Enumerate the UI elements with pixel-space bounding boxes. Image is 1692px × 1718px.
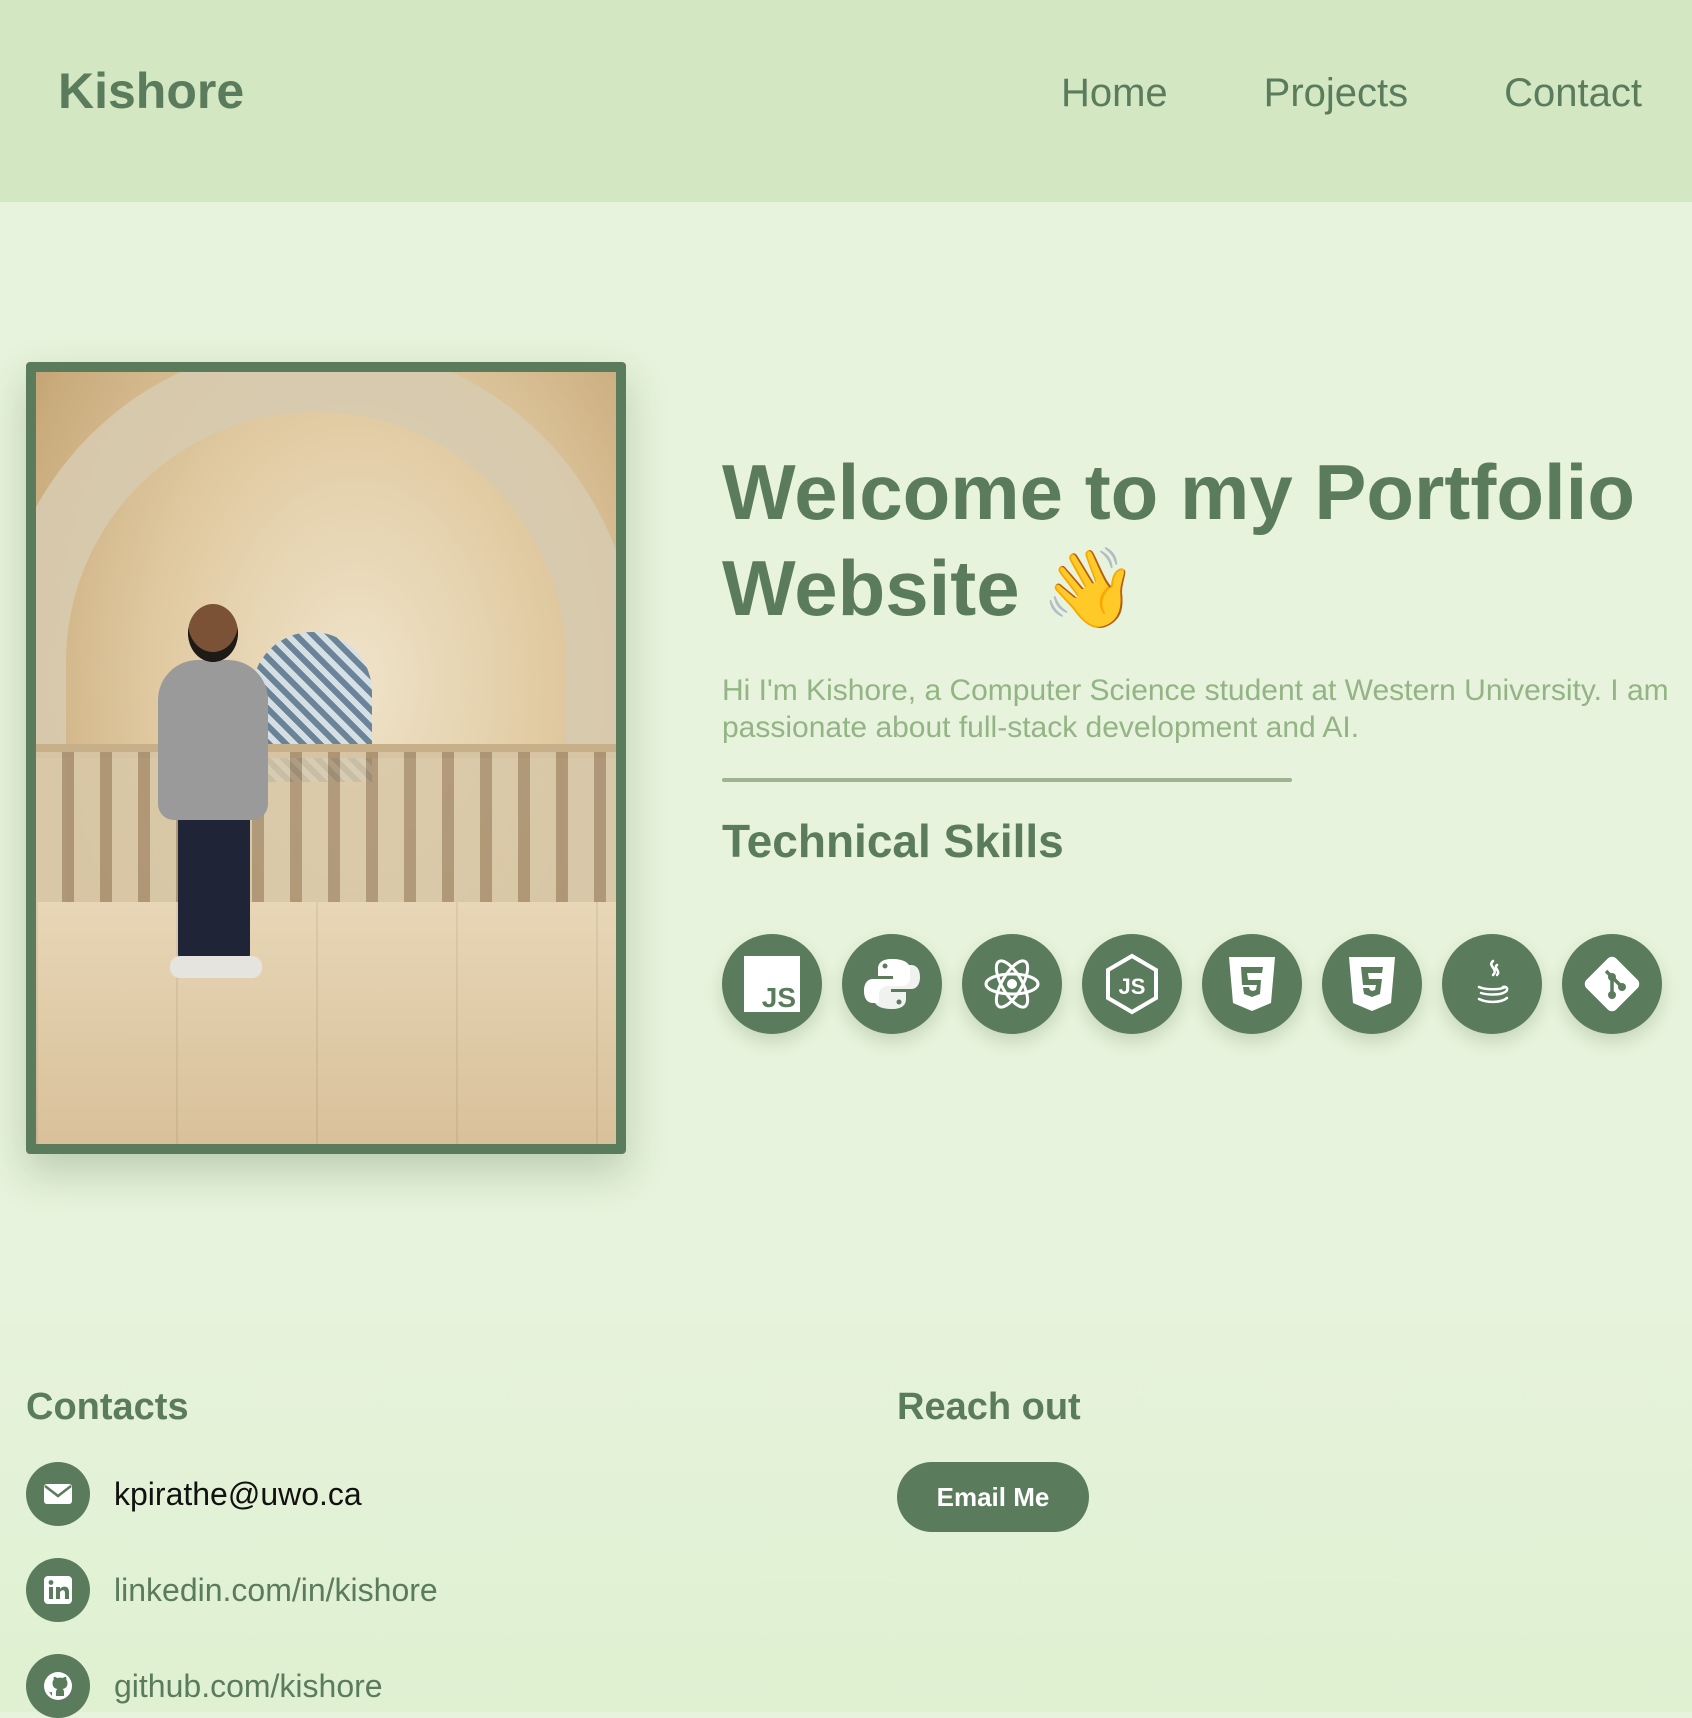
envelope-icon [26,1462,90,1526]
skills-title: Technical Skills [722,815,1064,867]
site-logo[interactable]: Kishore [58,62,244,120]
contact-linkedin[interactable]: linkedin.com/in/kishore [26,1558,438,1622]
contact-linkedin-link[interactable]: linkedin.com/in/kishore [114,1572,438,1609]
hero-title: Welcome to my Portfolio Website 👋 [722,448,1635,632]
profile-photo [26,362,626,1154]
linkedin-icon [26,1558,90,1622]
main-nav: Home Projects Contact [965,70,1642,116]
contact-github-link[interactable]: github.com/kishore [114,1668,383,1705]
nav-projects[interactable]: Projects [1264,70,1409,116]
github-icon [26,1654,90,1718]
nav-contact[interactable]: Contact [1504,70,1642,116]
nav-home[interactable]: Home [1061,70,1168,116]
react-icon [962,934,1062,1034]
contacts-title: Contacts [26,1386,189,1428]
nodejs-icon: JS [1082,934,1182,1034]
reach-out-title: Reach out [897,1386,1081,1428]
contact-email-link[interactable]: kpirathe@uwo.ca [114,1476,362,1513]
profile-photo-image [36,372,616,1144]
svg-text:JS: JS [762,982,796,1013]
python-icon [842,934,942,1034]
javascript-icon: JS [722,934,822,1034]
email-me-button[interactable]: Email Me [897,1462,1089,1532]
contact-github[interactable]: github.com/kishore [26,1654,383,1718]
java-icon [1442,934,1542,1034]
css3-icon [1322,934,1422,1034]
section-divider [722,778,1292,782]
html5-icon [1202,934,1302,1034]
svg-text:JS: JS [1119,974,1146,999]
hero-subtitle: Hi I'm Kishore, a Computer Science stude… [722,674,1669,744]
git-icon [1562,934,1662,1034]
site-header: Kishore Home Projects Contact [0,0,1692,202]
contact-email[interactable]: kpirathe@uwo.ca [26,1462,362,1526]
skills-list: JS JS [722,934,1682,1034]
